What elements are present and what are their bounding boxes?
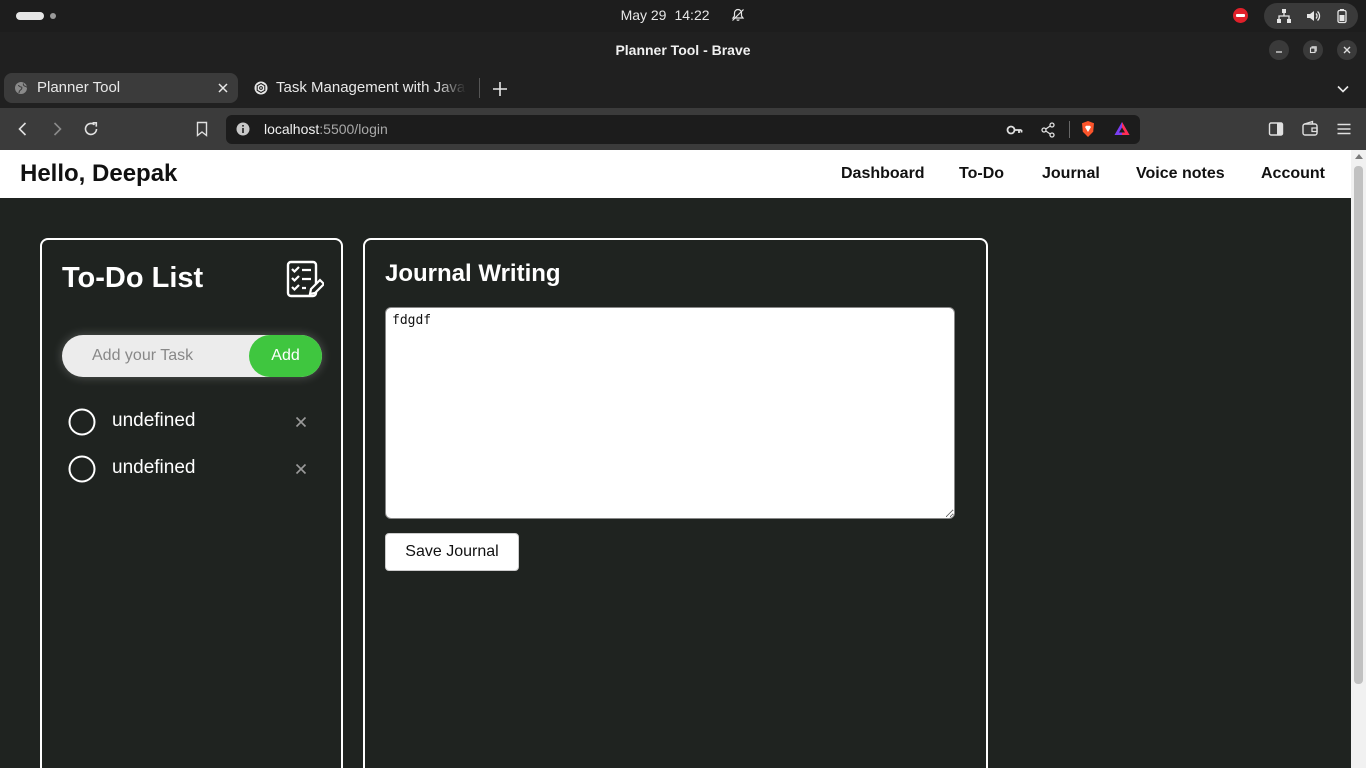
brave-shields-icon[interactable] [1079, 120, 1097, 138]
battery-icon [1337, 9, 1347, 24]
os-top-bar: May 29 14:22 [0, 0, 1366, 32]
wallet-icon[interactable] [1301, 120, 1319, 138]
address-bar[interactable]: localhost:5500/login [226, 115, 1140, 144]
os-time: 14:22 [674, 7, 710, 23]
tab-separator [479, 78, 480, 98]
task-item[interactable]: undefined [68, 453, 318, 485]
os-clock[interactable]: May 29 14:22 [0, 7, 1366, 23]
site-header: Hello, Deepak Dashboard To-Do Journal Vo… [0, 150, 1351, 198]
journal-title: Journal Writing [385, 260, 561, 287]
nav-journal[interactable]: Journal [1042, 165, 1100, 183]
key-icon[interactable] [1005, 121, 1023, 139]
share-icon[interactable] [1039, 121, 1057, 139]
delete-task-icon[interactable] [295, 416, 307, 428]
task-item[interactable]: undefined [68, 406, 318, 438]
checklist-edit-icon [286, 260, 324, 298]
tab-task-management[interactable]: Task Management with JavaScript [244, 73, 474, 103]
brave-rewards-icon[interactable] [1113, 120, 1131, 138]
task-input[interactable] [62, 335, 252, 377]
scrollbar-thumb[interactable] [1354, 166, 1363, 684]
os-date: May 29 [620, 7, 667, 23]
nav-todo[interactable]: To-Do [959, 165, 1004, 183]
nav-voice-notes[interactable]: Voice notes [1136, 165, 1225, 183]
page-scrollbar[interactable] [1351, 150, 1366, 768]
tab-close-icon[interactable] [216, 81, 230, 95]
bookmark-icon[interactable] [193, 120, 211, 138]
minimize-icon [1276, 51, 1282, 53]
new-tab-plus-icon[interactable] [490, 79, 510, 99]
reload-icon[interactable] [82, 120, 100, 138]
do-not-disturb-icon[interactable] [1233, 8, 1248, 23]
url-host: localhost [264, 121, 320, 137]
close-window-button[interactable] [1337, 40, 1357, 60]
delete-task-icon[interactable] [295, 463, 307, 475]
tab-planner-tool[interactable]: Planner Tool [4, 73, 238, 103]
forward-icon[interactable] [48, 120, 66, 138]
volume-icon [1307, 11, 1321, 21]
save-journal-button[interactable]: Save Journal [385, 533, 519, 571]
scroll-up-arrow-icon[interactable] [1355, 154, 1363, 159]
journal-textarea[interactable]: fdgdf [385, 307, 955, 519]
todo-title: To-Do List [62, 262, 204, 294]
tab-label: Task Management with JavaScript [276, 79, 466, 96]
nav-dashboard[interactable]: Dashboard [841, 165, 925, 183]
unchecked-circle-icon[interactable] [68, 408, 96, 436]
url-text: localhost:5500/login [264, 121, 388, 137]
restore-icon [1309, 46, 1317, 54]
window-title: Planner Tool - Brave [615, 42, 751, 58]
close-icon [1343, 46, 1351, 54]
tab-strip: Planner Tool Task Management with JavaSc… [0, 68, 1366, 108]
task-text: undefined [112, 457, 196, 478]
menu-icon[interactable] [1335, 120, 1353, 138]
minimize-button[interactable] [1269, 40, 1289, 60]
greeting-heading: Hello, Deepak [20, 160, 178, 187]
site-info-icon[interactable] [236, 122, 250, 136]
page-viewport[interactable]: Hello, Deepak Dashboard To-Do Journal Vo… [0, 150, 1351, 768]
task-input-group: Add [62, 335, 322, 377]
task-text: undefined [112, 410, 196, 431]
sidebar-icon[interactable] [1267, 120, 1285, 138]
chatgpt-icon [254, 81, 268, 95]
tab-search-chevron-icon[interactable] [1336, 82, 1350, 96]
tab-label: Planner Tool [37, 79, 121, 96]
system-tray[interactable] [1264, 3, 1358, 29]
back-icon[interactable] [14, 120, 32, 138]
network-icon [1277, 9, 1291, 23]
journal-card: Journal Writing fdgdf Save Journal [363, 238, 988, 768]
omnibox-divider [1069, 121, 1070, 138]
unchecked-circle-icon[interactable] [68, 455, 96, 483]
window-title-bar[interactable]: Planner Tool - Brave [0, 32, 1366, 68]
url-path: :5500/login [319, 121, 388, 137]
todo-card: To-Do List Add undefined undefined [40, 238, 343, 768]
add-task-button[interactable]: Add [249, 335, 322, 377]
globe-icon [15, 82, 28, 94]
restore-button[interactable] [1303, 40, 1323, 60]
notifications-muted-icon [732, 8, 745, 21]
nav-account[interactable]: Account [1261, 165, 1325, 183]
